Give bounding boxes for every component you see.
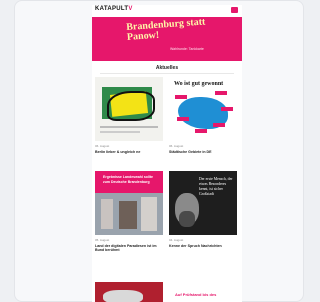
divider <box>100 73 234 74</box>
article-thumbnail[interactable] <box>95 77 163 141</box>
article-thumbnail[interactable]: Ergebnisse Landeswahl sollte zum Deutsch… <box>95 171 163 235</box>
person-shape <box>119 201 137 229</box>
thumb-shape <box>107 91 155 121</box>
article-thumbnail[interactable]: Auf Prüfstand bis des <box>169 282 237 302</box>
map-tag <box>213 123 225 127</box>
article-title[interactable]: Berlin lieber & ungleich ne <box>95 150 163 154</box>
article-date: 05. August <box>95 238 110 242</box>
menu-button[interactable] <box>231 7 238 13</box>
hero-subtitle: Wahlrunde: Tankkarte <box>170 47 204 51</box>
map-tag <box>175 95 187 99</box>
article-date: 06. August <box>169 144 184 148</box>
map-tag <box>221 107 233 111</box>
thumb-shape <box>103 290 143 302</box>
section-title: Aktuelles <box>155 65 179 71</box>
thumb-caption <box>100 126 158 128</box>
portrait-shape <box>179 211 195 227</box>
thumb-label: Wo ist gut gewonnt <box>174 81 224 87</box>
article-date: 06. August <box>95 144 110 148</box>
article-thumbnail[interactable]: Der erste Mensch, der etwas Besonderes k… <box>169 171 237 235</box>
article-title[interactable]: Kenne der Spruch Nachrichten <box>169 244 237 248</box>
article-thumbnail[interactable]: Wo ist gut gewonnt <box>169 77 237 141</box>
thumb-text: Der erste Mensch, der etwas Besonderes k… <box>199 177 233 196</box>
logo-accent: V <box>128 6 133 12</box>
thumb-text: Ergebnisse Landeswahl sollte zum Deutsch… <box>103 175 153 184</box>
person-shape <box>101 199 113 229</box>
article-title[interactable]: Städtische Gebiete in DE <box>169 150 237 154</box>
hero-banner[interactable]: Brandenburg statt Panow! Wahlrunde: Tank… <box>92 16 242 61</box>
site-logo[interactable]: KATAPULTV <box>95 6 133 12</box>
article-title[interactable]: Land der digitalen Paradiesen ist im Bun… <box>95 244 163 253</box>
logo-text: KATAPULT <box>95 6 129 12</box>
newsletter-page: KATAPULTV Brandenburg statt Panow! Wahlr… <box>92 5 242 302</box>
map-tag <box>195 129 207 133</box>
article-date: 04. August <box>169 238 184 242</box>
thumb-caption <box>100 131 140 133</box>
hero-title: Brandenburg statt Panow! <box>125 16 206 43</box>
map-tag <box>215 91 227 95</box>
top-bar: KATAPULTV <box>92 5 242 17</box>
article-thumbnail[interactable] <box>95 282 163 302</box>
person-shape <box>141 197 157 231</box>
thumb-text: Auf Prüfstand bis des <box>175 292 217 297</box>
map-tag <box>177 117 189 121</box>
